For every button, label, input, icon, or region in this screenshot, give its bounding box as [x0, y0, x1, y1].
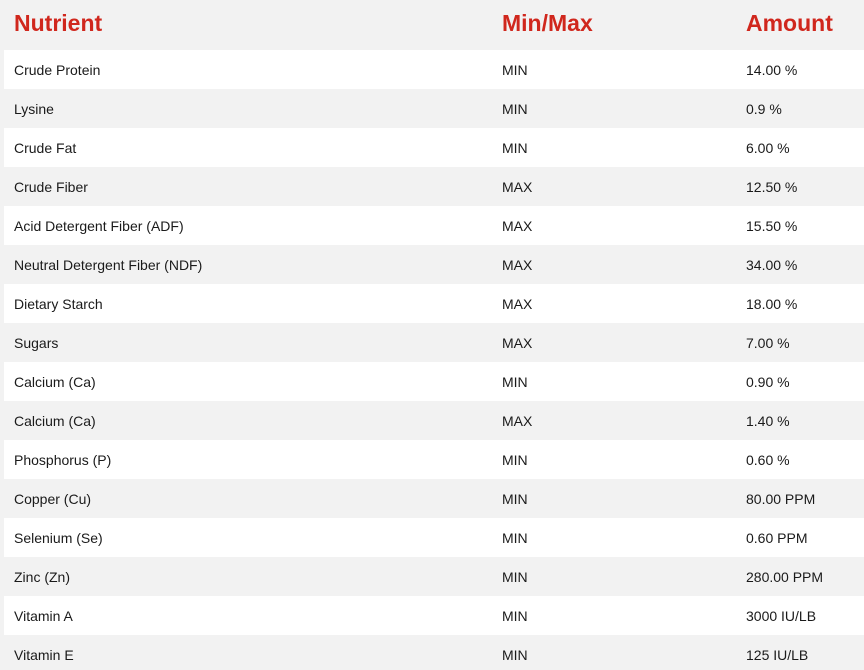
table-row: Vitamin E MIN 125 IU/LB: [4, 635, 864, 670]
cell-amount: 14.00 %: [736, 50, 864, 89]
cell-nutrient: Selenium (Se): [4, 518, 492, 557]
cell-amount: 1.40 %: [736, 401, 864, 440]
cell-nutrient: Crude Fat: [4, 128, 492, 167]
table-row: Selenium (Se) MIN 0.60 PPM: [4, 518, 864, 557]
cell-nutrient: Acid Detergent Fiber (ADF): [4, 206, 492, 245]
cell-nutrient: Neutral Detergent Fiber (NDF): [4, 245, 492, 284]
cell-minmax: MIN: [492, 440, 736, 479]
cell-minmax: MAX: [492, 323, 736, 362]
cell-nutrient: Crude Protein: [4, 50, 492, 89]
table-row: Phosphorus (P) MIN 0.60 %: [4, 440, 864, 479]
cell-nutrient: Zinc (Zn): [4, 557, 492, 596]
table-row: Sugars MAX 7.00 %: [4, 323, 864, 362]
cell-amount: 280.00 PPM: [736, 557, 864, 596]
cell-minmax: MIN: [492, 50, 736, 89]
cell-nutrient: Calcium (Ca): [4, 362, 492, 401]
nutrient-table: Nutrient Min/Max Amount Crude Protein MIN…: [4, 0, 864, 670]
table-row: Calcium (Ca) MIN 0.90 %: [4, 362, 864, 401]
cell-amount: 7.00 %: [736, 323, 864, 362]
cell-amount: 18.00 %: [736, 284, 864, 323]
header-nutrient: Nutrient: [4, 0, 492, 50]
table-row: Crude Fiber MAX 12.50 %: [4, 167, 864, 206]
cell-nutrient: Lysine: [4, 89, 492, 128]
cell-minmax: MAX: [492, 284, 736, 323]
cell-nutrient: Crude Fiber: [4, 167, 492, 206]
header-minmax: Min/Max: [492, 0, 736, 50]
cell-minmax: MIN: [492, 596, 736, 635]
cell-minmax: MAX: [492, 245, 736, 284]
cell-amount: 0.9 %: [736, 89, 864, 128]
cell-minmax: MIN: [492, 635, 736, 670]
cell-nutrient: Copper (Cu): [4, 479, 492, 518]
cell-minmax: MIN: [492, 518, 736, 557]
cell-minmax: MAX: [492, 401, 736, 440]
cell-minmax: MIN: [492, 89, 736, 128]
cell-minmax: MIN: [492, 557, 736, 596]
cell-amount: 3000 IU/LB: [736, 596, 864, 635]
table-row: Copper (Cu) MIN 80.00 PPM: [4, 479, 864, 518]
cell-amount: 0.60 PPM: [736, 518, 864, 557]
cell-amount: 125 IU/LB: [736, 635, 864, 670]
nutrient-table-container: Nutrient Min/Max Amount Crude Protein MIN…: [0, 0, 864, 670]
header-amount: Amount: [736, 0, 864, 50]
cell-nutrient: Dietary Starch: [4, 284, 492, 323]
cell-nutrient: Vitamin A: [4, 596, 492, 635]
table-row: Lysine MIN 0.9 %: [4, 89, 864, 128]
cell-amount: 6.00 %: [736, 128, 864, 167]
table-row: Zinc (Zn) MIN 280.00 PPM: [4, 557, 864, 596]
table-body: Crude Protein MIN 14.00 % Lysine MIN 0.9 % Cru…: [4, 50, 864, 670]
table-row: Neutral Detergent Fiber (NDF) MAX 34.00 %: [4, 245, 864, 284]
header-row: Nutrient Min/Max Amount: [4, 0, 864, 50]
cell-amount: 80.00 PPM: [736, 479, 864, 518]
table-row: Crude Protein MIN 14.00 %: [4, 50, 864, 89]
cell-nutrient: Calcium (Ca): [4, 401, 492, 440]
cell-minmax: MAX: [492, 167, 736, 206]
cell-amount: 0.60 %: [736, 440, 864, 479]
cell-amount: 15.50 %: [736, 206, 864, 245]
cell-minmax: MIN: [492, 479, 736, 518]
cell-nutrient: Sugars: [4, 323, 492, 362]
cell-minmax: MIN: [492, 362, 736, 401]
table-row: Crude Fat MIN 6.00 %: [4, 128, 864, 167]
cell-amount: 12.50 %: [736, 167, 864, 206]
table-row: Dietary Starch MAX 18.00 %: [4, 284, 864, 323]
table-row: Vitamin A MIN 3000 IU/LB: [4, 596, 864, 635]
cell-nutrient: Vitamin E: [4, 635, 492, 670]
table-row: Calcium (Ca) MAX 1.40 %: [4, 401, 864, 440]
cell-amount: 0.90 %: [736, 362, 864, 401]
cell-minmax: MAX: [492, 206, 736, 245]
cell-amount: 34.00 %: [736, 245, 864, 284]
table-row: Acid Detergent Fiber (ADF) MAX 15.50 %: [4, 206, 864, 245]
cell-nutrient: Phosphorus (P): [4, 440, 492, 479]
cell-minmax: MIN: [492, 128, 736, 167]
table-header: Nutrient Min/Max Amount: [4, 0, 864, 50]
